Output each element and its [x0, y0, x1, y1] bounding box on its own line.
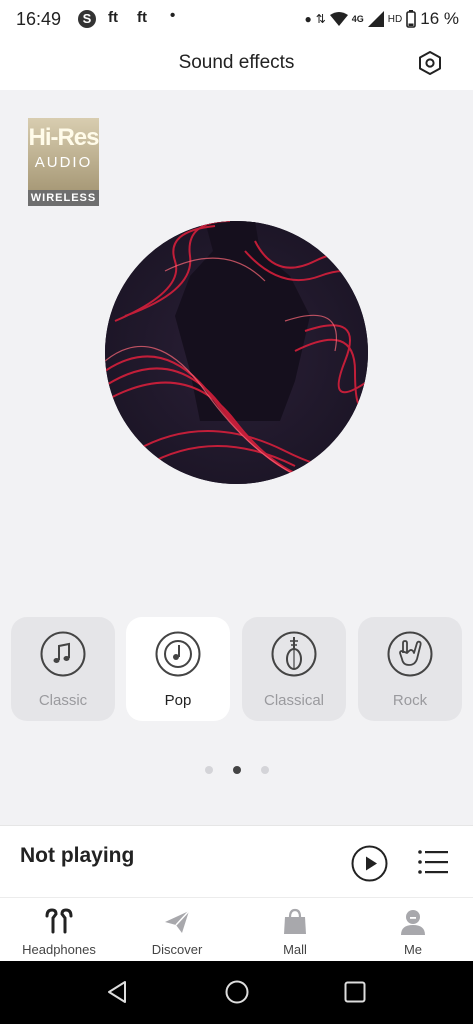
- wifi-icon: [329, 12, 348, 26]
- page-dot[interactable]: [204, 766, 213, 774]
- preset-label: Classic: [38, 692, 88, 709]
- preset-card-classical[interactable]: Classical: [242, 617, 346, 721]
- tab-label: Me: [403, 942, 423, 957]
- recents-icon[interactable]: [341, 978, 369, 1006]
- tab-label: Discover: [151, 942, 203, 957]
- preset-label: Classical: [263, 692, 324, 709]
- tab-label: Headphones: [22, 942, 96, 957]
- home-icon[interactable]: [223, 978, 251, 1006]
- signal-icon: [367, 11, 384, 27]
- hi-res-audio-badge: Hi-Res AUDIO WIRELESS: [28, 118, 100, 206]
- playback-status: Not playing: [20, 844, 135, 867]
- music-note-icon: [40, 631, 86, 677]
- page-indicator: [0, 766, 473, 774]
- tab-me[interactable]: Me: [354, 898, 472, 962]
- sound-preset-carousel: Classic Pop Classical Rock: [11, 617, 462, 721]
- tab-label: Mall: [283, 942, 307, 957]
- preset-label: Rock: [392, 692, 428, 709]
- bottom-tab-bar: Headphones Discover Mall Me: [0, 897, 473, 962]
- app-header: Sound effects: [0, 38, 473, 90]
- tab-headphones[interactable]: Headphones: [0, 898, 118, 962]
- rock-hand-icon: [387, 631, 433, 677]
- network-type: 4G: [351, 14, 364, 24]
- playlist-icon[interactable]: [418, 848, 448, 876]
- back-icon[interactable]: [103, 978, 131, 1006]
- ft-notification-icon: ft: [108, 9, 118, 26]
- mini-player: Not playing: [0, 825, 473, 898]
- battery-percent: 16 %: [420, 9, 459, 28]
- preset-card-pop[interactable]: Pop: [126, 617, 230, 721]
- hd-label: HD: [387, 13, 403, 25]
- data-transfer-icon: ⇅: [315, 12, 326, 26]
- light-painting-illustration: [105, 221, 368, 484]
- status-time: 16:49: [16, 9, 62, 29]
- dot-icon: ●: [304, 12, 312, 26]
- status-right: ● ⇅ 4G HD 16 %: [304, 9, 459, 29]
- status-bar: 16:49 S ft ft • ● ⇅ 4G HD 16 %: [0, 0, 473, 38]
- pipa-icon: [271, 631, 317, 677]
- page-title: Sound effects: [178, 52, 295, 73]
- disc-icon: [155, 631, 201, 677]
- preset-card-rock[interactable]: Rock: [358, 617, 462, 721]
- earbuds-icon: [45, 908, 73, 934]
- badge-line3: WIRELESS: [28, 190, 99, 206]
- system-navigation-bar: [0, 961, 473, 1024]
- more-notifications-dot-icon: •: [170, 7, 176, 24]
- page-dot[interactable]: [260, 766, 269, 774]
- ft-notification-icon-2: ft: [137, 9, 147, 26]
- battery-icon: [406, 10, 417, 28]
- tab-mall[interactable]: Mall: [236, 898, 354, 962]
- badge-line2: AUDIO: [34, 154, 93, 171]
- page-dot-active[interactable]: [232, 766, 241, 774]
- skype-notification-icon: S: [78, 10, 96, 28]
- shopping-bag-icon: [284, 908, 306, 934]
- badge-line1: Hi-Res: [28, 124, 99, 151]
- preset-card-classic[interactable]: Classic: [11, 617, 115, 721]
- tab-discover[interactable]: Discover: [118, 898, 236, 962]
- play-icon[interactable]: [351, 845, 388, 882]
- album-art-image: [105, 221, 368, 484]
- paper-plane-icon: [165, 910, 190, 933]
- settings-hexagon-icon[interactable]: [417, 50, 443, 76]
- preset-label: Pop: [164, 692, 192, 709]
- person-icon: [401, 910, 425, 935]
